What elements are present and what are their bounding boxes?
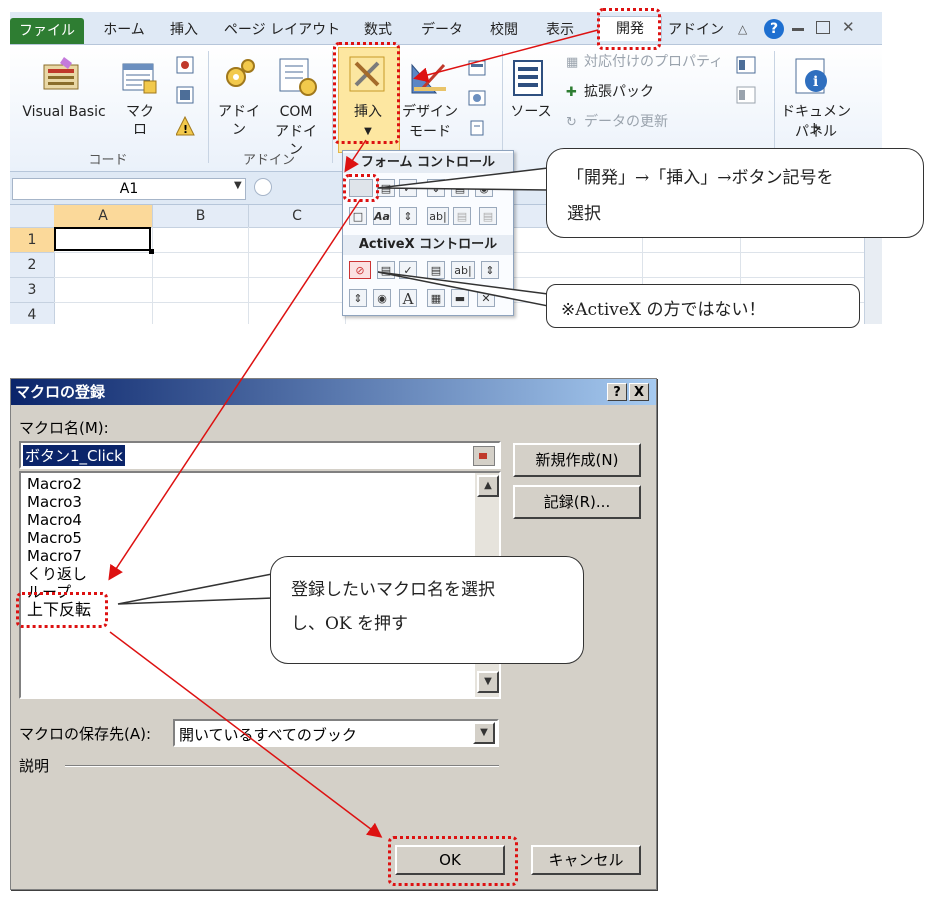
callout-not-activex-text: ※ActiveX の方ではない！ — [561, 300, 766, 320]
callout-select-button-line2: 選択 — [567, 204, 601, 224]
callout-select-button-line1: 「開発」→「挿入」→ボタン記号を — [567, 168, 834, 188]
callout-not-activex: ※ActiveX の方ではない！ — [546, 284, 860, 328]
callout-select-macro-line2: し、OK を押す — [291, 614, 409, 634]
callout-select-macro: 登録したいマクロ名を選択 し、OK を押す — [270, 556, 584, 664]
annotation-arrows — [108, 29, 599, 838]
callout-select-button: 「開発」→「挿入」→ボタン記号を 選択 — [546, 148, 924, 238]
callout-select-macro-line1: 登録したいマクロ名を選択 — [291, 580, 495, 600]
